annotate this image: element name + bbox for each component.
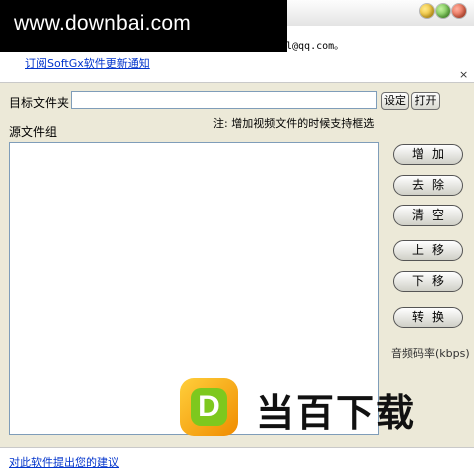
close-icon[interactable]: [452, 4, 466, 18]
logo-icon: D: [180, 378, 238, 436]
source-group-label: 源文件组: [9, 125, 58, 139]
box-select-hint: 注: 增加视频文件的时候支持框选: [213, 117, 375, 130]
set-button[interactable]: 设定: [381, 92, 409, 110]
contact-email: l@qq.com。: [286, 41, 345, 52]
move-up-button[interactable]: 上移: [393, 240, 463, 261]
remove-button[interactable]: 去除: [393, 175, 463, 196]
subscribe-updates-link[interactable]: 订阅SoftGx软件更新通知: [25, 55, 150, 71]
maximize-icon[interactable]: [436, 4, 450, 18]
minimize-icon[interactable]: [420, 4, 434, 18]
watermark-site: www.downbai.com: [14, 12, 191, 35]
add-button[interactable]: 增加: [393, 144, 463, 165]
audio-bitrate-label: 音频码率(kbps): [391, 347, 470, 360]
feedback-link[interactable]: 对此软件提出您的建议: [9, 454, 119, 470]
target-folder-label: 目标文件夹: [9, 96, 70, 110]
move-down-button[interactable]: 下移: [393, 271, 463, 292]
clear-button[interactable]: 清空: [393, 205, 463, 226]
watermark-banner: www.downbai.com: [0, 0, 287, 52]
logo-letter: D: [191, 388, 227, 426]
convert-button[interactable]: 转换: [393, 307, 463, 328]
info-bar-close-icon[interactable]: ×: [459, 68, 468, 81]
target-folder-input[interactable]: [71, 91, 377, 109]
logo-text: 当百下载: [256, 391, 417, 435]
open-button[interactable]: 打开: [411, 92, 440, 110]
logo-watermark: D 当百下载: [170, 374, 470, 446]
